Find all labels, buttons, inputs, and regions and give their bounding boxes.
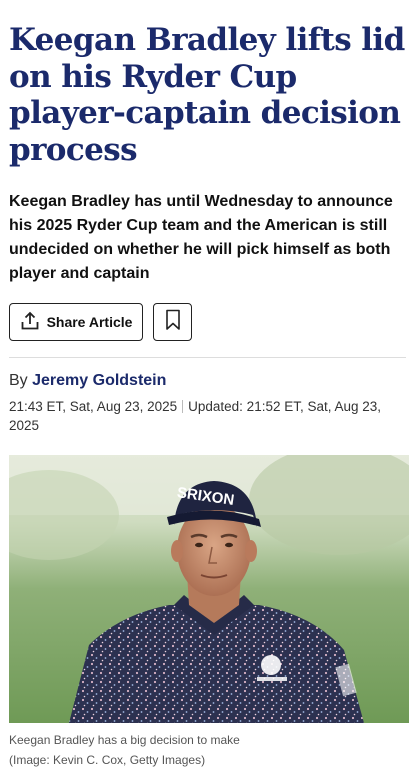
article-actions: Share Article <box>9 303 406 342</box>
byline-prefix: By <box>9 372 28 390</box>
bookmark-icon <box>164 309 182 336</box>
share-article-button[interactable]: Share Article <box>9 303 143 342</box>
author-link[interactable]: Jeremy Goldstein <box>32 372 166 389</box>
image-caption: Keegan Bradley has a big decision to mak… <box>9 731 406 771</box>
published-time: 21:43 ET, Sat, Aug 23, 2025 <box>9 399 178 415</box>
divider <box>9 357 406 359</box>
share-article-label: Share Article <box>46 314 133 331</box>
bookmark-button[interactable] <box>153 303 192 342</box>
article: Keegan Bradley lifts lid on his Ryder Cu… <box>0 22 415 770</box>
timestamps: 21:43 ET, Sat, Aug 23, 2025 Updated: 21:5… <box>9 398 406 434</box>
headline: Keegan Bradley lifts lid on his Ryder Cu… <box>9 22 405 168</box>
standfirst: Keegan Bradley has until Wednesday to an… <box>9 193 393 283</box>
timestamp-separator <box>182 400 184 414</box>
caption-text: Keegan Bradley has a big decision to mak… <box>9 732 240 747</box>
hero-image: SRIXON <box>9 454 409 723</box>
caption-credit: (Image: Kevin C. Cox, Getty Images) <box>9 752 206 767</box>
byline: By Jeremy Goldstein <box>9 372 406 390</box>
share-icon <box>20 311 40 334</box>
